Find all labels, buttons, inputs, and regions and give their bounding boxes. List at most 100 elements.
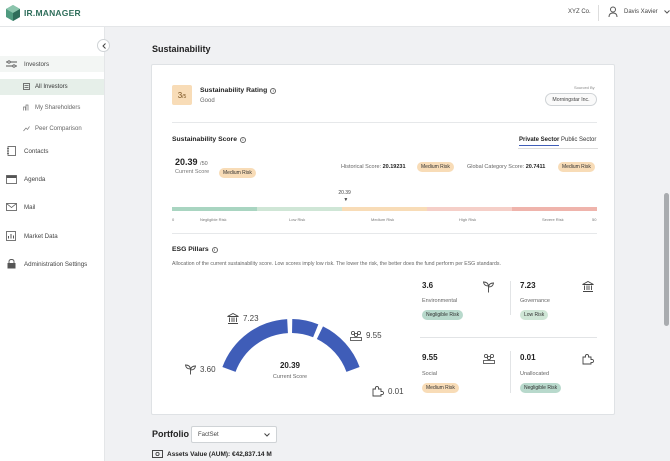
- sidebar-item-all-investors[interactable]: All Investors: [0, 79, 104, 95]
- scrollbar-thumb[interactable]: [664, 193, 669, 326]
- sidebar-item-label: Investors: [24, 60, 50, 68]
- global-score-label: Global Category Score:: [467, 164, 525, 170]
- rating-title: Sustainability Rating i: [200, 87, 277, 94]
- collapse-sidebar-button[interactable]: [97, 39, 110, 52]
- logo-text: IR.MANAGER: [24, 8, 81, 18]
- source-button[interactable]: Morningstar Inc.: [545, 93, 597, 106]
- sidebar-item-agenda[interactable]: Agenda: [0, 171, 104, 187]
- status-badge: Medium Risk: [219, 168, 256, 178]
- sidebar-item-contacts[interactable]: Contacts: [0, 143, 104, 159]
- current-score: 20.39 /50: [175, 157, 208, 167]
- status-badge: Medium Risk: [422, 383, 459, 393]
- risk-label: Negligible Risk: [200, 217, 227, 222]
- calendar-icon: [5, 174, 17, 184]
- pillar-divider: [510, 281, 511, 315]
- info-icon[interactable]: i: [270, 87, 277, 94]
- user-icon: [608, 6, 618, 18]
- mail-icon: [5, 202, 17, 212]
- pillar-name-social: Social: [422, 371, 437, 377]
- status-badge: Low Risk: [520, 310, 549, 320]
- risk-band-medium: [342, 207, 427, 211]
- status-badge: Medium Risk: [417, 162, 454, 172]
- top-bar: IR.MANAGER XYZ Co. Davis Xavier: [0, 0, 670, 27]
- pillar-value-governance: 7.23: [520, 281, 536, 290]
- gauge-label-unallocated: 0.01: [372, 385, 404, 397]
- company-name[interactable]: XYZ Co.: [568, 9, 591, 15]
- info-icon[interactable]: i: [211, 246, 218, 253]
- sidebar-item-label: Administration Settings: [24, 260, 88, 268]
- historical-score-value: 20.19231: [382, 164, 406, 170]
- risk-band-high: [427, 207, 512, 211]
- risk-scale-bar: [172, 207, 597, 211]
- rating-title-text: Sustainability Rating: [200, 87, 268, 94]
- score-title-text: Sustainability Score: [172, 136, 237, 143]
- current-score-max: /50: [200, 161, 208, 167]
- comparison-icon: [23, 125, 31, 133]
- historical-score: Historical Score: 20.19231: [341, 164, 406, 170]
- sidebar: Investors All Investors My Shareholders …: [0, 27, 105, 461]
- current-score-label: Current Score: [175, 169, 210, 175]
- sidebar-item-peer-comparison[interactable]: Peer Comparison: [0, 121, 104, 137]
- score-marker-icon: ▼: [343, 197, 349, 203]
- assets-value: Assets Value (AUM): €42,837.14 M: [152, 450, 272, 458]
- sidebar-item-administration-settings[interactable]: Administration Settings: [0, 256, 104, 272]
- info-icon[interactable]: i: [239, 136, 246, 143]
- tab-private-sector[interactable]: Private Sector: [519, 137, 560, 146]
- pillar-divider: [420, 337, 597, 338]
- risk-label: Low Risk: [289, 217, 306, 222]
- risk-label: High Risk: [459, 217, 477, 222]
- user-name: Davis Xavier: [624, 9, 658, 15]
- sidebar-item-my-shareholders[interactable]: My Shareholders: [0, 100, 104, 116]
- gauge-label-social: 9.55: [350, 330, 382, 341]
- scale-end: 50: [592, 217, 597, 222]
- rating-denominator: /5: [182, 93, 187, 100]
- logo[interactable]: IR.MANAGER: [6, 5, 81, 21]
- scale-start: 0: [172, 217, 175, 222]
- assets-value-text: Assets Value (AUM): €42,837.14 M: [167, 450, 272, 458]
- divider: [172, 122, 597, 123]
- chevron-down-icon: [663, 10, 670, 14]
- lock-icon: [5, 259, 17, 269]
- sidebar-item-label: All Investors: [35, 84, 68, 90]
- global-score-value: 20.7411: [525, 164, 546, 170]
- esg-title: ESG Pillars i: [172, 246, 218, 253]
- sourced-by-label: Sourced By: [574, 85, 595, 90]
- plant-icon: [483, 281, 494, 293]
- sidebar-item-investors[interactable]: Investors: [0, 56, 104, 72]
- pillar-value-environmental: 3.6: [422, 281, 434, 290]
- esg-title-text: ESG Pillars: [172, 246, 209, 253]
- people-icon: [483, 353, 495, 364]
- portfolio-source-select[interactable]: FactSet: [191, 426, 277, 443]
- sidebar-item-label: Contacts: [24, 147, 49, 155]
- score-title: Sustainability Score i: [172, 136, 246, 143]
- pillar-name-environmental: Environmental: [422, 298, 458, 304]
- sustainability-card: 3/5 Sustainability Rating i Good Sourced…: [151, 64, 615, 415]
- gauge-value-governance: 7.23: [243, 314, 259, 323]
- select-value: FactSet: [198, 431, 219, 438]
- gauge-label-environmental: 3.60: [185, 364, 216, 375]
- chevron-left-icon: [101, 42, 106, 49]
- risk-label: Severe Risk: [542, 217, 564, 222]
- logo-icon: [6, 5, 20, 21]
- gauge-value-unallocated: 0.01: [388, 386, 404, 396]
- sidebar-item-label: Mail: [24, 203, 36, 211]
- esg-description: Allocation of the current sustainability…: [172, 261, 501, 267]
- page-title: Sustainability: [152, 44, 211, 54]
- pillar-value-social: 9.55: [422, 353, 438, 362]
- current-score-value: 20.39: [175, 157, 198, 167]
- sidebar-item-mail[interactable]: Mail: [0, 199, 104, 215]
- gauge-segment: [292, 319, 319, 338]
- sidebar-item-label: My Shareholders: [35, 105, 81, 111]
- sidebar-item-label: Peer Comparison: [35, 126, 82, 132]
- status-badge: Negligible Risk: [520, 383, 562, 393]
- risk-band-severe: [512, 207, 597, 211]
- bank-icon: [582, 281, 594, 292]
- gauge-value-social: 9.55: [366, 331, 382, 340]
- risk-band-low: [257, 207, 342, 211]
- header-divider: [598, 5, 599, 21]
- gauge-value: 20.39: [279, 361, 301, 370]
- tab-public-sector[interactable]: Public Sector: [561, 137, 596, 143]
- sidebar-item-market-data[interactable]: Market Data: [0, 228, 104, 244]
- user-menu[interactable]: Davis Xavier: [608, 6, 670, 18]
- puzzle-icon: [372, 386, 384, 397]
